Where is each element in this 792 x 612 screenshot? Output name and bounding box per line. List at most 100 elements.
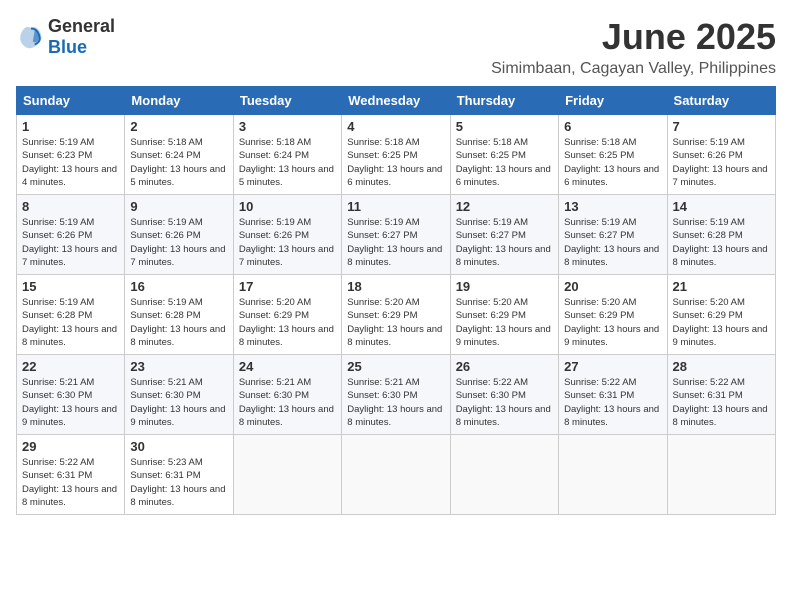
calendar-week-4: 22 Sunrise: 5:21 AMSunset: 6:30 PMDaylig… bbox=[17, 355, 776, 435]
cell-info: Sunrise: 5:22 AMSunset: 6:30 PMDaylight:… bbox=[456, 376, 553, 429]
cell-info: Sunrise: 5:19 AMSunset: 6:27 PMDaylight:… bbox=[347, 216, 444, 269]
day-number: 7 bbox=[673, 119, 770, 134]
calendar-cell-1-3: 3 Sunrise: 5:18 AMSunset: 6:24 PMDayligh… bbox=[233, 115, 341, 195]
calendar-cell-1-4: 4 Sunrise: 5:18 AMSunset: 6:25 PMDayligh… bbox=[342, 115, 450, 195]
cell-info: Sunrise: 5:21 AMSunset: 6:30 PMDaylight:… bbox=[22, 376, 119, 429]
calendar-cell-2-3: 10 Sunrise: 5:19 AMSunset: 6:26 PMDaylig… bbox=[233, 195, 341, 275]
day-number: 6 bbox=[564, 119, 661, 134]
calendar-table: Sunday Monday Tuesday Wednesday Thursday… bbox=[16, 86, 776, 515]
calendar-cell-5-2: 30 Sunrise: 5:23 AMSunset: 6:31 PMDaylig… bbox=[125, 435, 233, 515]
calendar-cell-3-1: 15 Sunrise: 5:19 AMSunset: 6:28 PMDaylig… bbox=[17, 275, 125, 355]
cell-info: Sunrise: 5:21 AMSunset: 6:30 PMDaylight:… bbox=[347, 376, 444, 429]
day-number: 10 bbox=[239, 199, 336, 214]
cell-info: Sunrise: 5:19 AMSunset: 6:26 PMDaylight:… bbox=[239, 216, 336, 269]
header-wednesday: Wednesday bbox=[342, 87, 450, 115]
cell-info: Sunrise: 5:20 AMSunset: 6:29 PMDaylight:… bbox=[673, 296, 770, 349]
logo-blue: Blue bbox=[48, 37, 87, 57]
calendar-header-row: Sunday Monday Tuesday Wednesday Thursday… bbox=[17, 87, 776, 115]
calendar-cell-2-2: 9 Sunrise: 5:19 AMSunset: 6:26 PMDayligh… bbox=[125, 195, 233, 275]
cell-info: Sunrise: 5:20 AMSunset: 6:29 PMDaylight:… bbox=[347, 296, 444, 349]
cell-info: Sunrise: 5:19 AMSunset: 6:23 PMDaylight:… bbox=[22, 136, 119, 189]
calendar-cell-5-1: 29 Sunrise: 5:22 AMSunset: 6:31 PMDaylig… bbox=[17, 435, 125, 515]
cell-info: Sunrise: 5:19 AMSunset: 6:26 PMDaylight:… bbox=[22, 216, 119, 269]
header-monday: Monday bbox=[125, 87, 233, 115]
day-number: 8 bbox=[22, 199, 119, 214]
calendar-week-3: 15 Sunrise: 5:19 AMSunset: 6:28 PMDaylig… bbox=[17, 275, 776, 355]
day-number: 11 bbox=[347, 199, 444, 214]
day-number: 2 bbox=[130, 119, 227, 134]
day-number: 24 bbox=[239, 359, 336, 374]
cell-info: Sunrise: 5:21 AMSunset: 6:30 PMDaylight:… bbox=[130, 376, 227, 429]
calendar-cell-5-6 bbox=[559, 435, 667, 515]
cell-info: Sunrise: 5:18 AMSunset: 6:25 PMDaylight:… bbox=[347, 136, 444, 189]
cell-info: Sunrise: 5:19 AMSunset: 6:27 PMDaylight:… bbox=[564, 216, 661, 269]
cell-info: Sunrise: 5:20 AMSunset: 6:29 PMDaylight:… bbox=[456, 296, 553, 349]
day-number: 29 bbox=[22, 439, 119, 454]
day-number: 18 bbox=[347, 279, 444, 294]
calendar-cell-4-5: 26 Sunrise: 5:22 AMSunset: 6:30 PMDaylig… bbox=[450, 355, 558, 435]
header-saturday: Saturday bbox=[667, 87, 775, 115]
calendar-cell-4-4: 25 Sunrise: 5:21 AMSunset: 6:30 PMDaylig… bbox=[342, 355, 450, 435]
day-number: 22 bbox=[22, 359, 119, 374]
cell-info: Sunrise: 5:19 AMSunset: 6:26 PMDaylight:… bbox=[673, 136, 770, 189]
day-number: 19 bbox=[456, 279, 553, 294]
day-number: 16 bbox=[130, 279, 227, 294]
calendar-cell-4-1: 22 Sunrise: 5:21 AMSunset: 6:30 PMDaylig… bbox=[17, 355, 125, 435]
header-thursday: Thursday bbox=[450, 87, 558, 115]
calendar-cell-2-6: 13 Sunrise: 5:19 AMSunset: 6:27 PMDaylig… bbox=[559, 195, 667, 275]
header: General Blue June 2025 Simimbaan, Cagaya… bbox=[16, 16, 776, 78]
calendar-cell-2-4: 11 Sunrise: 5:19 AMSunset: 6:27 PMDaylig… bbox=[342, 195, 450, 275]
cell-info: Sunrise: 5:19 AMSunset: 6:27 PMDaylight:… bbox=[456, 216, 553, 269]
calendar-cell-3-5: 19 Sunrise: 5:20 AMSunset: 6:29 PMDaylig… bbox=[450, 275, 558, 355]
calendar-cell-5-5 bbox=[450, 435, 558, 515]
calendar-cell-1-1: 1 Sunrise: 5:19 AMSunset: 6:23 PMDayligh… bbox=[17, 115, 125, 195]
calendar-cell-1-7: 7 Sunrise: 5:19 AMSunset: 6:26 PMDayligh… bbox=[667, 115, 775, 195]
calendar-cell-1-2: 2 Sunrise: 5:18 AMSunset: 6:24 PMDayligh… bbox=[125, 115, 233, 195]
cell-info: Sunrise: 5:19 AMSunset: 6:28 PMDaylight:… bbox=[673, 216, 770, 269]
calendar-cell-1-6: 6 Sunrise: 5:18 AMSunset: 6:25 PMDayligh… bbox=[559, 115, 667, 195]
calendar-cell-3-7: 21 Sunrise: 5:20 AMSunset: 6:29 PMDaylig… bbox=[667, 275, 775, 355]
month-year-title: June 2025 bbox=[491, 16, 776, 58]
logo: General Blue bbox=[16, 16, 115, 58]
day-number: 20 bbox=[564, 279, 661, 294]
cell-info: Sunrise: 5:18 AMSunset: 6:24 PMDaylight:… bbox=[130, 136, 227, 189]
day-number: 5 bbox=[456, 119, 553, 134]
calendar-cell-1-5: 5 Sunrise: 5:18 AMSunset: 6:25 PMDayligh… bbox=[450, 115, 558, 195]
calendar-cell-4-6: 27 Sunrise: 5:22 AMSunset: 6:31 PMDaylig… bbox=[559, 355, 667, 435]
location-subtitle: Simimbaan, Cagayan Valley, Philippines bbox=[491, 60, 776, 78]
calendar-cell-3-6: 20 Sunrise: 5:20 AMSunset: 6:29 PMDaylig… bbox=[559, 275, 667, 355]
calendar-cell-5-4 bbox=[342, 435, 450, 515]
cell-info: Sunrise: 5:20 AMSunset: 6:29 PMDaylight:… bbox=[564, 296, 661, 349]
calendar-week-1: 1 Sunrise: 5:19 AMSunset: 6:23 PMDayligh… bbox=[17, 115, 776, 195]
day-number: 14 bbox=[673, 199, 770, 214]
header-friday: Friday bbox=[559, 87, 667, 115]
logo-icon bbox=[16, 23, 44, 51]
day-number: 15 bbox=[22, 279, 119, 294]
cell-info: Sunrise: 5:18 AMSunset: 6:25 PMDaylight:… bbox=[456, 136, 553, 189]
day-number: 21 bbox=[673, 279, 770, 294]
logo-text: General Blue bbox=[48, 16, 115, 58]
cell-info: Sunrise: 5:22 AMSunset: 6:31 PMDaylight:… bbox=[22, 456, 119, 509]
day-number: 17 bbox=[239, 279, 336, 294]
cell-info: Sunrise: 5:21 AMSunset: 6:30 PMDaylight:… bbox=[239, 376, 336, 429]
calendar-cell-4-2: 23 Sunrise: 5:21 AMSunset: 6:30 PMDaylig… bbox=[125, 355, 233, 435]
day-number: 9 bbox=[130, 199, 227, 214]
calendar-cell-2-5: 12 Sunrise: 5:19 AMSunset: 6:27 PMDaylig… bbox=[450, 195, 558, 275]
title-section: June 2025 Simimbaan, Cagayan Valley, Phi… bbox=[491, 16, 776, 78]
cell-info: Sunrise: 5:22 AMSunset: 6:31 PMDaylight:… bbox=[564, 376, 661, 429]
calendar-cell-3-4: 18 Sunrise: 5:20 AMSunset: 6:29 PMDaylig… bbox=[342, 275, 450, 355]
day-number: 12 bbox=[456, 199, 553, 214]
cell-info: Sunrise: 5:19 AMSunset: 6:26 PMDaylight:… bbox=[130, 216, 227, 269]
calendar-cell-5-7 bbox=[667, 435, 775, 515]
calendar-cell-3-2: 16 Sunrise: 5:19 AMSunset: 6:28 PMDaylig… bbox=[125, 275, 233, 355]
day-number: 13 bbox=[564, 199, 661, 214]
cell-info: Sunrise: 5:18 AMSunset: 6:25 PMDaylight:… bbox=[564, 136, 661, 189]
cell-info: Sunrise: 5:20 AMSunset: 6:29 PMDaylight:… bbox=[239, 296, 336, 349]
calendar-week-2: 8 Sunrise: 5:19 AMSunset: 6:26 PMDayligh… bbox=[17, 195, 776, 275]
calendar-cell-5-3 bbox=[233, 435, 341, 515]
day-number: 28 bbox=[673, 359, 770, 374]
day-number: 1 bbox=[22, 119, 119, 134]
day-number: 30 bbox=[130, 439, 227, 454]
day-number: 3 bbox=[239, 119, 336, 134]
calendar-cell-4-7: 28 Sunrise: 5:22 AMSunset: 6:31 PMDaylig… bbox=[667, 355, 775, 435]
